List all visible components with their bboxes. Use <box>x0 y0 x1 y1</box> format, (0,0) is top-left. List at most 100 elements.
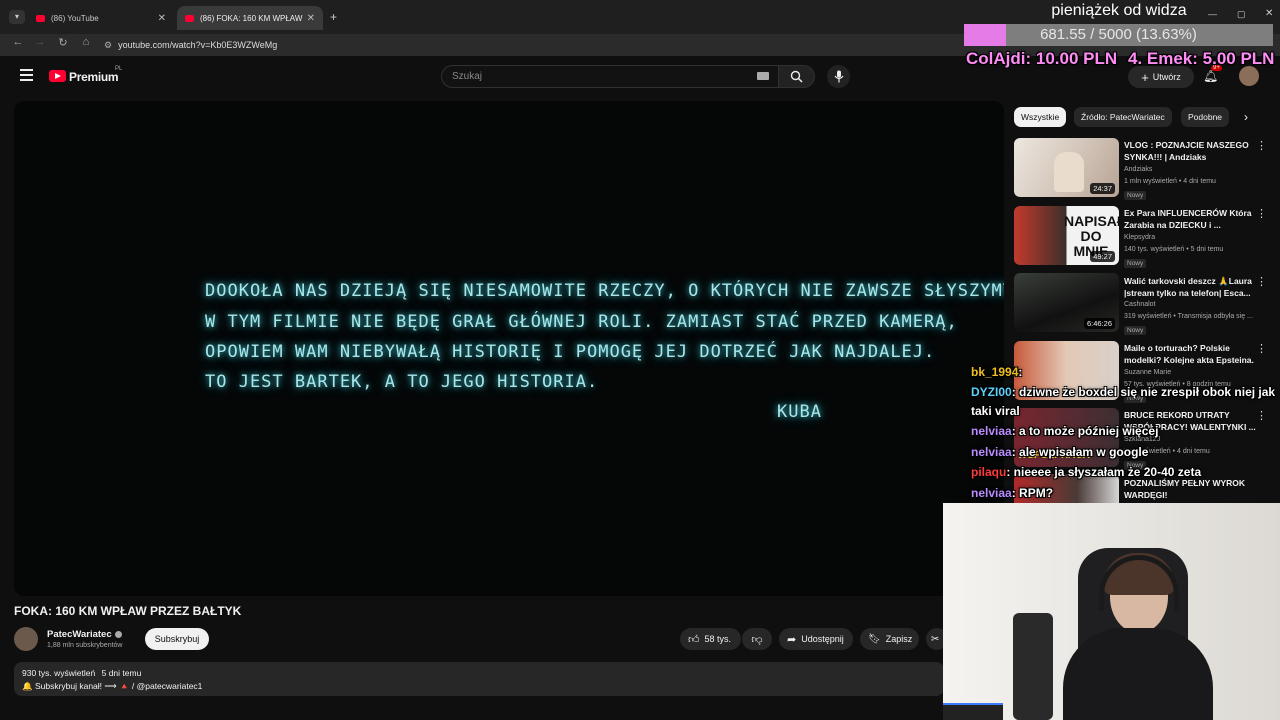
duration-badge: 6:46:26 <box>1083 318 1115 329</box>
video-thumbnail[interactable]: NAPISAŁ DO MNIE 49:27 <box>1014 206 1119 265</box>
chat-username: nelviaa <box>971 424 1012 438</box>
share-button[interactable]: ➦ Udostępnij <box>779 628 853 650</box>
recommendation-title[interactable]: POZNALIŚMY PEŁNY WYROK WARDĘGI! <box>1124 477 1269 501</box>
browser-tab-youtube[interactable]: (86) YouTube ✕ <box>28 6 174 30</box>
chat-username: pilaqu <box>971 465 1007 479</box>
scissors-icon: ✂ <box>931 633 940 645</box>
hamburger-menu-icon[interactable] <box>20 69 33 81</box>
chat-message: nelviaa: ale wpisałam w google <box>971 445 1148 459</box>
recommendation-channel[interactable]: Suzanne Marie <box>1124 369 1171 376</box>
chat-message: nelviaa: a to może później więcej <box>971 424 1158 438</box>
chip-all[interactable]: Wszystkie <box>1014 107 1067 127</box>
chip-source[interactable]: Źródło: PatecWariatec <box>1074 107 1172 127</box>
recommendation-title[interactable]: VLOG : POZNAJCIE NASZEGO SYNKA!!! | Andz… <box>1124 139 1269 163</box>
chat-message: DYZI00: dziwne że boxdel się nie zrespił… <box>971 385 1275 399</box>
thumbs-up-icon: 👍︎ <box>688 633 700 646</box>
video-thumbnail[interactable]: 24:37 <box>1014 138 1119 197</box>
search-input[interactable]: Szukaj <box>441 65 779 88</box>
url-field[interactable]: ⚙ youtube.com/watch?v=Kb0E3WZWeMg <box>104 37 964 53</box>
verified-check-icon <box>115 631 122 638</box>
keyboard-icon[interactable] <box>757 72 769 80</box>
channel-name[interactable]: PatecWariatec <box>47 629 112 640</box>
site-info-icon[interactable]: ⚙ <box>104 40 112 51</box>
recommendation-channel[interactable]: Cashnalot <box>1124 301 1156 308</box>
recommendation-channel[interactable]: Klepsydra <box>1124 234 1155 241</box>
search-button[interactable] <box>778 65 815 88</box>
share-arrow-icon: ➦ <box>787 633 797 646</box>
chat-message: nelviaa: RPM? <box>971 486 1053 500</box>
donation-progress-text: 681.55 / 5000 (13.63%) <box>1040 26 1197 43</box>
recommendation-meta: 1 mln wyświetleń • 4 dni temu <box>1124 178 1216 185</box>
back-arrow-icon[interactable]: ← <box>11 36 25 48</box>
tab-title: (86) YouTube <box>51 13 99 23</box>
like-button[interactable]: 👍︎ 58 tys. <box>680 628 741 650</box>
forward-arrow-icon[interactable]: → <box>33 36 47 48</box>
more-options-icon[interactable]: ⋮ <box>1256 342 1267 355</box>
duration-badge: 24:37 <box>1090 183 1115 194</box>
chat-username: DYZI00 <box>971 385 1012 399</box>
chip-similar[interactable]: Podobne <box>1181 107 1230 127</box>
recommendation-title[interactable]: Ex Para INFLUENCERÓW Która Zarabia na DZ… <box>1124 207 1269 231</box>
tab-list-button[interactable]: ▾ <box>9 10 25 24</box>
youtube-favicon-icon <box>185 14 194 22</box>
youtube-favicon-icon <box>36 14 45 22</box>
dislike-button[interactable]: 👎︎ <box>742 628 772 650</box>
window-maximize-button[interactable]: ▢ <box>1237 9 1246 20</box>
description-box[interactable]: 930 tys. wyświetleń 5 dni temu 🔔 Subskry… <box>14 662 944 696</box>
webcam-microphone <box>1013 613 1053 720</box>
video-text-signature: KUBA <box>777 402 822 422</box>
chat-message: pilaqu: nieeee ja słyszałam że 20-40 zet… <box>971 465 1201 479</box>
chat-text: : dziwne że boxdel się nie zrespił obok … <box>1011 385 1276 399</box>
share-label: Udostępnij <box>801 634 844 644</box>
like-count: 58 tys. <box>704 634 732 644</box>
new-tab-button[interactable]: + <box>330 10 337 24</box>
more-options-icon[interactable]: ⋮ <box>1256 409 1267 422</box>
chevron-right-icon[interactable]: › <box>1244 110 1248 124</box>
window-close-button[interactable]: ✕ <box>1265 8 1273 19</box>
close-tab-icon[interactable]: ✕ <box>158 13 166 24</box>
video-player[interactable]: DOOKOŁA NAS DZIEJĄ SIĘ NIESAMOWITE RZECZ… <box>14 101 1004 596</box>
duration-badge: 49:27 <box>1090 251 1115 262</box>
webcam-feed <box>943 503 1280 720</box>
browser-tab-video[interactable]: (86) FOKA: 160 KM WPŁAW PR... ✕ <box>177 6 323 30</box>
bookmark-icon: 🔖︎ <box>868 633 881 645</box>
more-options-icon[interactable]: ⋮ <box>1256 139 1267 152</box>
video-text-line: TO JEST BARTEK, A TO JEGO HISTORIA. <box>205 372 599 392</box>
more-options-icon[interactable]: ⋮ <box>1256 207 1267 220</box>
video-thumbnail[interactable]: 6:46:26 <box>1014 273 1119 332</box>
tab-title: (86) FOKA: 160 KM WPŁAW PR... <box>200 13 304 23</box>
home-icon[interactable]: ⌂ <box>79 36 93 48</box>
voice-search-button[interactable] <box>827 65 850 88</box>
donation-goal-title: pieniążek od widza <box>1051 2 1187 19</box>
chat-username: bk_1994 <box>971 365 1019 379</box>
recommendation-meta: 140 tys. wyświetleń • 5 dni temu <box>1124 246 1224 253</box>
create-button[interactable]: + Utwórz <box>1128 66 1194 88</box>
donation-progress-bar: 681.55 / 5000 (13.63%) <box>964 24 1273 46</box>
recommendation-meta: 319 wyświetleń • Transmisja odbyła się .… <box>1124 313 1253 320</box>
close-tab-icon[interactable]: ✕ <box>307 13 315 24</box>
thumbs-down-icon: 👎︎ <box>751 633 763 646</box>
subscriber-count: 1,88 mln subskrybentów <box>47 642 123 649</box>
donation-entry: 4. Emek: 5.00 PLN <box>1128 49 1275 68</box>
more-options-icon[interactable]: ⋮ <box>1256 275 1267 288</box>
save-button[interactable]: 🔖︎ Zapisz <box>860 628 919 650</box>
subscribe-button[interactable]: Subskrybuj <box>145 628 209 650</box>
chat-message: bk_1994: <box>971 365 1022 379</box>
youtube-logo-icon[interactable] <box>49 70 66 82</box>
upload-date: 5 dni temu <box>101 668 142 678</box>
view-count: 930 tys. wyświetleń <box>22 668 96 678</box>
recommendation-title[interactable]: Maile o torturach? Polskie modelki? Kole… <box>1124 342 1269 366</box>
recommendation-title[interactable]: Walić tarkovski deszcz 🙏Laura |stream ty… <box>1124 275 1269 299</box>
description-text: 🔔 Subskrybuj kanał! ⟶ 🔺 / @patecwariatec… <box>22 681 203 691</box>
save-label: Zapisz <box>885 634 913 644</box>
notifications-bell-icon[interactable]: 🔔︎ <box>1203 69 1218 83</box>
recommendation-channel[interactable]: Andziaks <box>1124 166 1152 173</box>
new-badge: Nowy <box>1124 326 1147 335</box>
account-avatar[interactable] <box>1239 66 1259 86</box>
create-label: Utwórz <box>1152 72 1181 82</box>
channel-avatar[interactable] <box>14 627 38 651</box>
reload-icon[interactable]: ↻ <box>56 36 70 49</box>
youtube-logo-text[interactable]: Premium <box>69 70 119 84</box>
webcam-keyboard <box>943 703 1003 720</box>
new-badge: Nowy <box>1124 191 1147 200</box>
